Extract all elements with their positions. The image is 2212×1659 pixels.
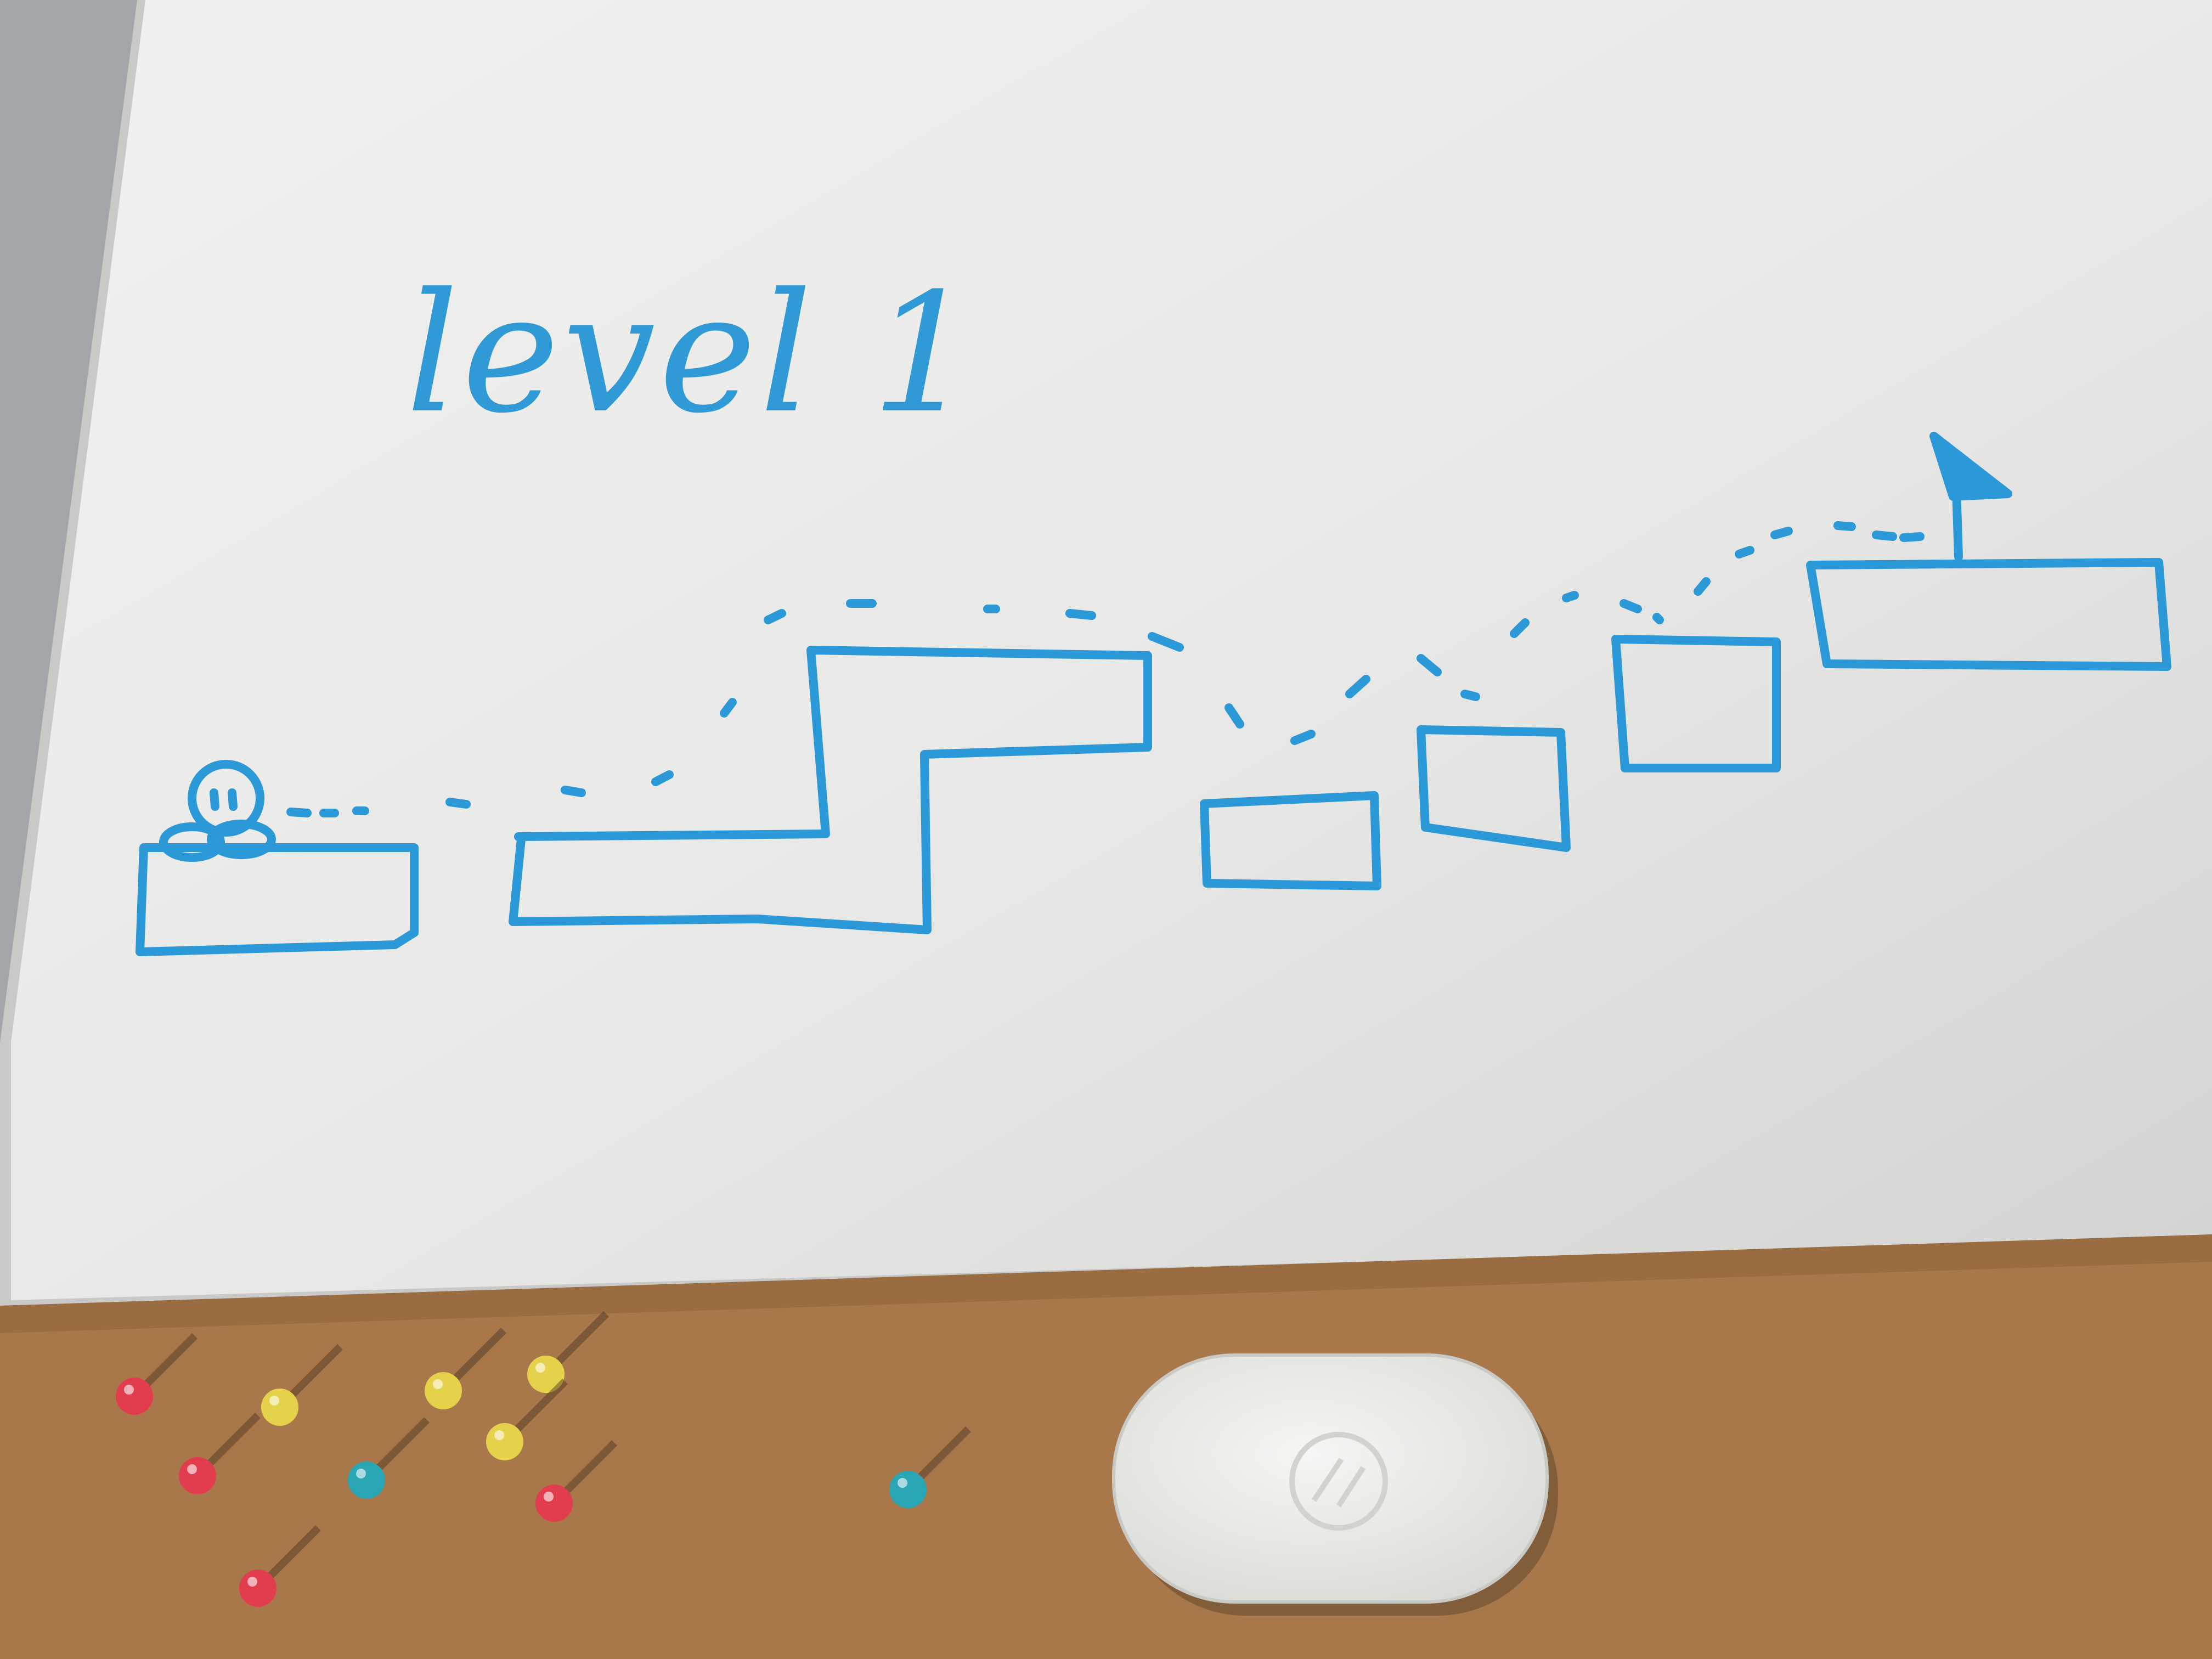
push-pin (239, 1570, 276, 1607)
pin-highlight (356, 1469, 366, 1479)
pin-highlight (247, 1577, 257, 1587)
photo-scene (0, 0, 2212, 1659)
push-pin (261, 1389, 298, 1426)
pin-highlight (187, 1464, 197, 1474)
pin-highlight (433, 1379, 443, 1389)
push-pin (889, 1471, 927, 1508)
pin-highlight (269, 1396, 279, 1406)
whiteboard-surface (11, 0, 2212, 1300)
push-pin (348, 1462, 385, 1499)
pin-highlight (544, 1492, 554, 1502)
push-pin (179, 1457, 216, 1494)
push-pin (486, 1423, 523, 1460)
pin-highlight (494, 1430, 504, 1440)
white-wireless-mouse (1112, 1353, 1558, 1616)
push-pin (425, 1372, 462, 1409)
push-pin (535, 1485, 573, 1522)
pin-highlight (535, 1363, 545, 1373)
push-pin (116, 1378, 153, 1415)
level-title: level 1 (406, 258, 979, 449)
pin-highlight (124, 1385, 134, 1395)
pin-highlight (898, 1478, 907, 1488)
